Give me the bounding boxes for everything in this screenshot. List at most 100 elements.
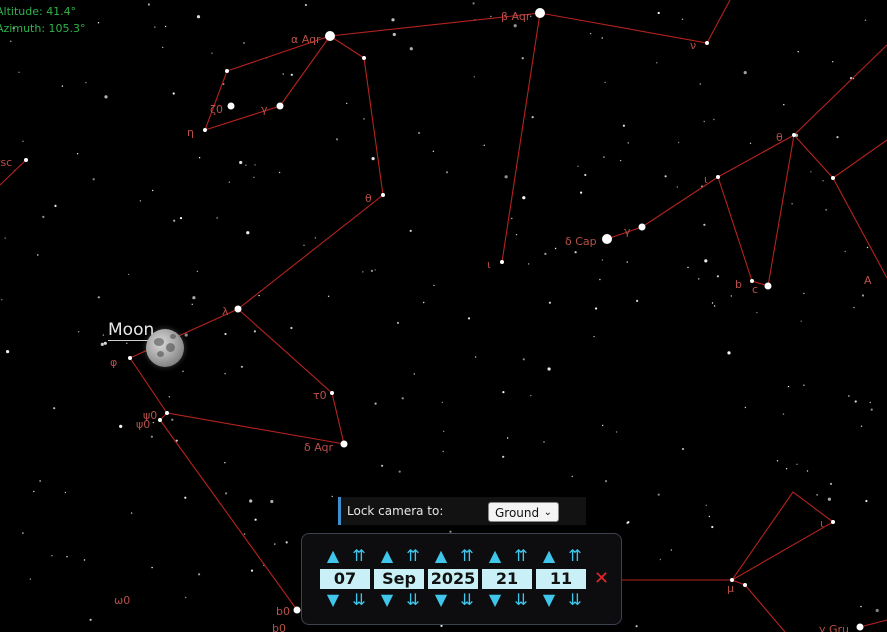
background-star [327,295,330,297]
background-star [246,231,250,235]
year-down-fast-button[interactable]: ⇊ [454,591,480,609]
month-up-step-button[interactable]: ▲ [374,547,400,565]
background-star [511,217,513,220]
background-star [848,395,850,397]
background-star [18,71,20,74]
background-star [245,164,247,166]
hour-up-fast-button[interactable]: ⇈ [508,547,534,565]
background-star [392,32,396,37]
background-star [513,24,517,28]
background-star [102,334,105,336]
month-down-fast-button[interactable]: ⇊ [400,591,426,609]
background-star [240,365,243,368]
label-beta-aqr: β Aqr [501,10,531,23]
background-star [22,140,24,142]
background-star [172,92,175,95]
background-star [711,302,714,304]
day-up-fast-button[interactable]: ⇈ [346,547,372,565]
moon-image[interactable] [146,329,184,367]
minute-down-fast-button[interactable]: ⇊ [562,591,588,609]
background-star [224,462,226,464]
label-iota-low: ι [820,517,824,530]
hour-down-fast-button[interactable]: ⇊ [508,591,534,609]
background-star [371,157,375,161]
background-star [677,141,680,144]
background-star [243,533,246,535]
background-star [791,203,793,205]
background-star [250,569,254,572]
year-field[interactable]: 2025 [428,569,478,589]
background-star [681,18,684,20]
minute-up-step-button[interactable]: ▲ [536,547,562,565]
background-star [615,431,618,433]
background-star [192,296,196,300]
close-icon[interactable]: ✕ [594,569,609,589]
month-down-step-button[interactable]: ▼ [374,591,400,609]
background-star [681,447,685,451]
background-star [636,299,639,302]
background-star [577,165,579,167]
background-star [304,3,307,7]
year-up-step-button[interactable]: ▲ [428,547,454,565]
background-star [474,356,477,358]
year-down-step-button[interactable]: ▼ [428,591,454,609]
background-star [239,160,243,165]
background-star [173,219,176,222]
label-phi: φ [110,356,117,369]
chevron-down-icon: ⌄ [543,507,552,518]
background-star [602,424,604,427]
background-star [530,394,532,397]
minute-down-step-button[interactable]: ▼ [536,591,562,609]
background-star [274,543,276,545]
background-star [676,186,678,188]
moon-label[interactable]: Moon [108,320,155,341]
label-zeta0: ζ0 [210,103,223,116]
background-star [225,492,228,495]
background-star [604,81,606,84]
label-b: b [735,278,742,291]
year-up-fast-button[interactable]: ⇈ [454,547,480,565]
background-star [864,19,867,21]
day-down-fast-button[interactable]: ⇊ [346,591,372,609]
background-star [711,525,714,529]
background-star [796,463,798,465]
day-up-step-button[interactable]: ▲ [320,547,346,565]
background-star [659,558,662,561]
background-star [396,321,400,324]
background-star [198,573,201,576]
label-mu: μ [727,582,734,595]
background-star [258,294,260,297]
label-b0: b0 [276,605,290,618]
label-tau0: τ0 [313,389,327,402]
background-star [433,284,435,287]
lock-camera-select[interactable]: Ground ⌄ [488,502,559,522]
background-star [162,46,164,49]
day-field[interactable]: 07 [320,569,370,589]
background-star [253,330,256,333]
minute-up-fast-button[interactable]: ⇈ [562,547,588,565]
background-star [442,450,444,453]
background-star [703,223,706,226]
background-star [627,142,629,144]
hour-up-step-button[interactable]: ▲ [482,547,508,565]
background-star [472,2,475,5]
background-star [544,252,547,255]
label-eta: η [187,126,194,139]
background-star [548,301,552,304]
background-star [409,229,412,232]
background-star [619,159,622,162]
hour-down-step-button[interactable]: ▼ [482,591,508,609]
background-star [224,373,226,375]
background-star [854,400,857,403]
month-up-fast-button[interactable]: ⇈ [400,547,426,565]
background-star [806,470,809,472]
day-down-step-button[interactable]: ▼ [320,591,346,609]
background-star [150,435,153,438]
background-star [33,490,35,493]
background-star [64,491,67,494]
label-alpha-aqr: α Aqr [291,33,321,46]
month-field[interactable]: Sep [374,569,424,589]
time-control-panel: ▲ ⇈ 07 ▼ ⇊ ▲ ⇈ Sep ▼ ⇊ ▲ ⇈ 2025 ▼ ⇊ ▲ ⇈ … [301,533,622,625]
minute-field[interactable]: 11 [536,569,586,589]
hour-field[interactable]: 21 [482,569,532,589]
